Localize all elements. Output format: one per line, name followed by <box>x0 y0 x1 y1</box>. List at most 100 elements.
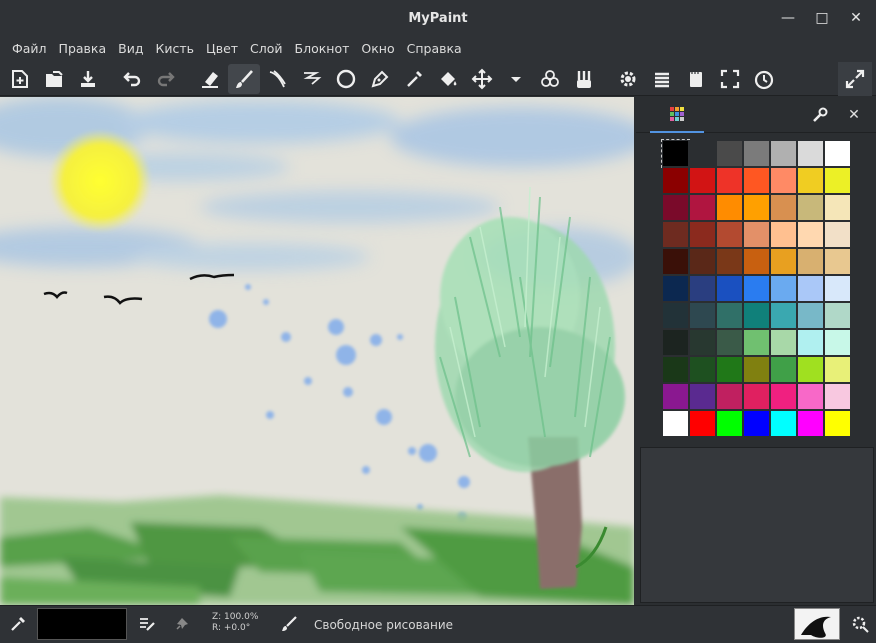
palette-swatch[interactable] <box>743 248 770 275</box>
palette-swatch[interactable] <box>716 194 743 221</box>
mode-brush-button[interactable] <box>279 614 299 634</box>
palette-swatch[interactable] <box>743 194 770 221</box>
palette-swatch[interactable] <box>770 275 797 302</box>
fill-button[interactable] <box>432 64 464 94</box>
inking-button[interactable] <box>262 64 294 94</box>
palette-swatch[interactable] <box>824 221 851 248</box>
palette-swatch[interactable] <box>716 140 743 167</box>
palette-swatch[interactable] <box>716 248 743 275</box>
palette-swatch[interactable] <box>824 383 851 410</box>
palette-swatch[interactable] <box>797 167 824 194</box>
palette-swatch[interactable] <box>770 140 797 167</box>
brushes-button[interactable] <box>568 64 600 94</box>
fullscreen-button[interactable] <box>838 62 872 96</box>
palette-swatch[interactable] <box>770 410 797 437</box>
palette-swatch[interactable] <box>743 302 770 329</box>
palette-swatch[interactable] <box>824 410 851 437</box>
menu-file[interactable]: Файл <box>6 36 53 62</box>
palette-swatch[interactable] <box>824 302 851 329</box>
palette-swatch[interactable] <box>689 221 716 248</box>
palette-swatch[interactable] <box>797 383 824 410</box>
palette-swatch[interactable] <box>743 140 770 167</box>
pen-button[interactable] <box>364 64 396 94</box>
panel-close-button[interactable]: ✕ <box>844 105 864 125</box>
palette-swatch[interactable] <box>824 275 851 302</box>
menu-layer[interactable]: Слой <box>244 36 289 62</box>
maximize-button[interactable]: □ <box>810 6 834 30</box>
palette-swatch[interactable] <box>662 329 689 356</box>
palette-swatch[interactable] <box>689 383 716 410</box>
palette-swatch[interactable] <box>770 356 797 383</box>
palette-swatch[interactable] <box>770 248 797 275</box>
palette-swatch[interactable] <box>662 221 689 248</box>
close-button[interactable]: ✕ <box>844 6 868 30</box>
layers-button[interactable] <box>646 64 678 94</box>
palette-swatch[interactable] <box>743 275 770 302</box>
palette-swatch[interactable] <box>743 383 770 410</box>
palette-swatch[interactable] <box>743 167 770 194</box>
palette-swatch[interactable] <box>770 383 797 410</box>
palette-swatch[interactable] <box>689 329 716 356</box>
menu-help[interactable]: Справка <box>401 36 468 62</box>
palette-swatch[interactable] <box>689 140 716 167</box>
palette-swatch[interactable] <box>689 302 716 329</box>
palette-tab[interactable] <box>650 97 704 133</box>
palette-swatch[interactable] <box>689 356 716 383</box>
brush-settings-button[interactable] <box>137 614 157 634</box>
new-document-button[interactable] <box>4 64 36 94</box>
palette-swatch[interactable] <box>662 356 689 383</box>
color-circles-button[interactable] <box>534 64 566 94</box>
palette-swatch[interactable] <box>716 221 743 248</box>
palette-swatch[interactable] <box>662 194 689 221</box>
palette-swatch[interactable] <box>797 194 824 221</box>
palette-swatch[interactable] <box>797 275 824 302</box>
palette-swatch[interactable] <box>662 167 689 194</box>
frame-button[interactable] <box>714 64 746 94</box>
palette-swatch[interactable] <box>662 275 689 302</box>
palette-swatch[interactable] <box>662 410 689 437</box>
open-button[interactable] <box>38 64 70 94</box>
brush-preview[interactable] <box>794 608 840 640</box>
palette-swatch[interactable] <box>716 167 743 194</box>
palette-swatch[interactable] <box>797 140 824 167</box>
mode-dropdown-button[interactable] <box>500 64 532 94</box>
settings-button[interactable] <box>612 64 644 94</box>
palette-swatch[interactable] <box>716 302 743 329</box>
pin-button[interactable] <box>172 614 192 634</box>
menu-scratchpad[interactable]: Блокнот <box>289 36 356 62</box>
menu-edit[interactable]: Правка <box>53 36 113 62</box>
palette-swatch[interactable] <box>770 329 797 356</box>
current-color-swatch[interactable] <box>37 608 127 640</box>
palette-swatch[interactable] <box>716 383 743 410</box>
color-picker-button[interactable] <box>398 64 430 94</box>
palette-swatch[interactable] <box>797 410 824 437</box>
undo-button[interactable] <box>116 64 148 94</box>
palette-swatch[interactable] <box>770 221 797 248</box>
palette-swatch[interactable] <box>689 248 716 275</box>
palette-swatch[interactable] <box>824 140 851 167</box>
palette-swatch[interactable] <box>689 410 716 437</box>
palette-swatch[interactable] <box>743 329 770 356</box>
palette-swatch[interactable] <box>716 410 743 437</box>
palette-swatch[interactable] <box>689 167 716 194</box>
palette-swatch[interactable] <box>770 302 797 329</box>
panel-options-button[interactable] <box>810 105 830 125</box>
palette-swatch[interactable] <box>770 167 797 194</box>
palette-swatch[interactable] <box>824 167 851 194</box>
palette-swatch[interactable] <box>661 139 690 168</box>
palette-swatch[interactable] <box>743 410 770 437</box>
palette-swatch[interactable] <box>662 383 689 410</box>
palette-swatch[interactable] <box>797 329 824 356</box>
palette-swatch[interactable] <box>689 194 716 221</box>
palette-swatch[interactable] <box>743 356 770 383</box>
status-color-picker-button[interactable] <box>8 614 28 634</box>
palette-swatch[interactable] <box>662 248 689 275</box>
palette-swatch[interactable] <box>662 302 689 329</box>
move-button[interactable] <box>466 64 498 94</box>
menu-view[interactable]: Вид <box>112 36 149 62</box>
palette-swatch[interactable] <box>797 248 824 275</box>
palette-swatch[interactable] <box>797 221 824 248</box>
palette-swatch[interactable] <box>797 356 824 383</box>
palette-swatch[interactable] <box>797 302 824 329</box>
eraser-button[interactable] <box>194 64 226 94</box>
